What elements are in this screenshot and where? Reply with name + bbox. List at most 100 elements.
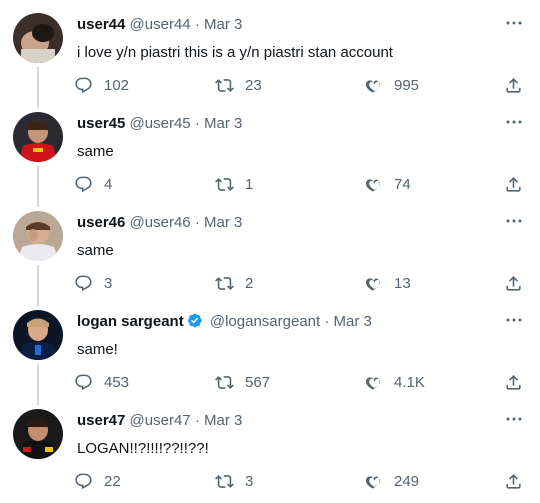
tweet-date[interactable]: Mar 3 (204, 214, 242, 231)
like-count: 995 (394, 76, 420, 94)
share-button[interactable] (504, 173, 523, 195)
tweet-header: logan sargeant @logansargeant · Mar 3 (77, 312, 372, 332)
reply-count: 3 (104, 274, 113, 292)
avatar[interactable] (13, 211, 63, 261)
reply-count: 453 (104, 373, 130, 391)
retweet-count: 1 (245, 175, 254, 193)
separator-dot: · (194, 412, 200, 429)
reply-button[interactable]: 22 (74, 470, 121, 492)
display-name[interactable]: user46 (77, 214, 125, 231)
tweet[interactable]: user46 @user46 · Mar 3 same 3 2 13 (0, 198, 540, 296)
share-button[interactable] (504, 470, 523, 492)
like-button[interactable]: 74 (364, 173, 411, 195)
tweet-header: user46 @user46 · Mar 3 (77, 213, 242, 233)
share-icon (506, 275, 521, 291)
avatar[interactable] (13, 13, 63, 63)
tweet-text: LOGAN!!?!!!!??!!??! (77, 440, 209, 457)
retweet-icon (215, 375, 234, 389)
tweet-text: same (77, 143, 114, 160)
retweet-count: 23 (245, 76, 262, 94)
retweet-button[interactable]: 23 (215, 74, 262, 96)
tweet-text: i love y/n piastri this is a y/n piastri… (77, 44, 393, 61)
avatar[interactable] (13, 112, 63, 162)
display-name[interactable]: logan sargeant (77, 313, 184, 330)
tweet-header: user47 @user47 · Mar 3 (77, 411, 242, 431)
display-name[interactable]: user47 (77, 412, 125, 429)
action-bar: 102 23 995 (74, 74, 526, 96)
reply-count: 4 (104, 175, 113, 193)
reply-icon (75, 176, 92, 192)
user-handle[interactable]: @user45 (130, 115, 191, 132)
share-icon (506, 473, 521, 489)
reply-icon (75, 275, 92, 291)
tweet-date[interactable]: Mar 3 (204, 115, 242, 132)
avatar[interactable] (13, 409, 63, 459)
tweet[interactable]: user44 @user44 · Mar 3 i love y/n piastr… (0, 0, 540, 98)
reply-count: 22 (104, 472, 121, 490)
reply-count: 102 (104, 76, 130, 94)
more-icon[interactable] (505, 212, 523, 230)
separator-dot: · (194, 16, 200, 33)
user-handle[interactable]: @user44 (130, 16, 191, 33)
action-bar: 453 567 4.1K (74, 371, 526, 393)
like-icon (365, 178, 380, 191)
like-count: 249 (394, 472, 420, 490)
tweet-text: same (77, 242, 114, 259)
reply-icon (75, 77, 92, 93)
more-icon[interactable] (505, 410, 523, 428)
separator-dot: · (194, 115, 200, 132)
like-count: 4.1K (394, 373, 425, 391)
action-bar: 4 1 74 (74, 173, 526, 195)
share-icon (506, 176, 521, 192)
share-button[interactable] (504, 74, 523, 96)
more-icon[interactable] (505, 311, 523, 329)
retweet-icon (215, 474, 234, 488)
like-icon (365, 475, 380, 488)
retweet-button[interactable]: 1 (215, 173, 253, 195)
separator-dot: · (194, 214, 200, 231)
reply-icon (75, 473, 92, 489)
like-button[interactable]: 13 (364, 272, 411, 294)
like-icon (365, 376, 380, 389)
reply-button[interactable]: 453 (74, 371, 129, 393)
like-button[interactable]: 4.1K (364, 371, 425, 393)
user-handle[interactable]: @user47 (130, 412, 191, 429)
action-bar: 22 3 249 (74, 470, 526, 492)
tweet-text: same! (77, 341, 118, 358)
separator-dot: · (324, 313, 330, 330)
like-button[interactable]: 249 (364, 470, 419, 492)
retweet-icon (215, 177, 234, 191)
more-icon[interactable] (505, 113, 523, 131)
like-button[interactable]: 995 (364, 74, 419, 96)
retweet-icon (215, 276, 234, 290)
reply-button[interactable]: 3 (74, 272, 112, 294)
tweet-header: user45 @user45 · Mar 3 (77, 114, 242, 134)
like-icon (365, 277, 380, 290)
tweet[interactable]: user47 @user47 · Mar 3 LOGAN!!?!!!!??!!?… (0, 396, 540, 494)
tweet[interactable]: user45 @user45 · Mar 3 same 4 1 74 (0, 99, 540, 197)
avatar[interactable] (13, 310, 63, 360)
retweet-button[interactable]: 567 (215, 371, 270, 393)
retweet-button[interactable]: 3 (215, 470, 253, 492)
reply-button[interactable]: 102 (74, 74, 129, 96)
action-bar: 3 2 13 (74, 272, 526, 294)
more-icon[interactable] (505, 14, 523, 32)
verified-badge-icon (187, 313, 202, 328)
display-name[interactable]: user44 (77, 16, 125, 33)
user-handle[interactable]: @user46 (130, 214, 191, 231)
share-icon (506, 374, 521, 390)
tweet-date[interactable]: Mar 3 (204, 412, 242, 429)
retweet-count: 3 (245, 472, 254, 490)
reply-icon (75, 374, 92, 390)
tweet-date[interactable]: Mar 3 (334, 313, 372, 330)
tweet-header: user44 @user44 · Mar 3 (77, 15, 242, 35)
retweet-count: 567 (245, 373, 271, 391)
tweet[interactable]: logan sargeant @logansargeant · Mar 3 sa… (0, 297, 540, 395)
reply-button[interactable]: 4 (74, 173, 112, 195)
retweet-button[interactable]: 2 (215, 272, 253, 294)
share-button[interactable] (504, 371, 523, 393)
tweet-date[interactable]: Mar 3 (204, 16, 242, 33)
display-name[interactable]: user45 (77, 115, 125, 132)
user-handle[interactable]: @logansargeant (210, 313, 320, 330)
share-button[interactable] (504, 272, 523, 294)
